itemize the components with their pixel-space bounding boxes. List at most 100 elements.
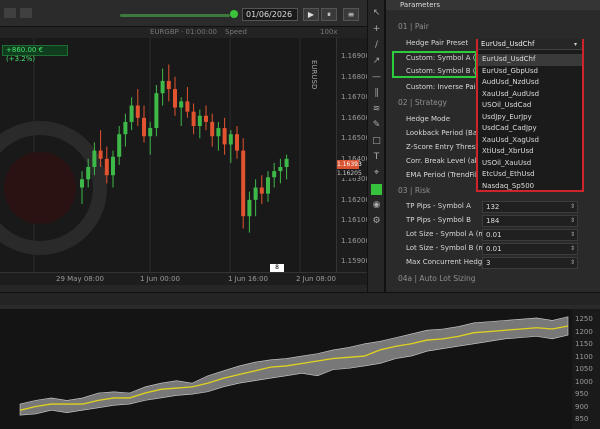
param-max-hedges[interactable]: Max Concurrent Hedges 3 ⇕ (386, 257, 578, 270)
dropdown-option[interactable]: XauUsd_XagUsd (478, 135, 582, 147)
equity-tick-label: 950 (575, 390, 589, 398)
shape-icon[interactable]: □ (371, 136, 382, 147)
candle-body (166, 80, 171, 90)
speed-value: 100x (320, 28, 338, 36)
equity-tick-label: 1200 (575, 327, 593, 336)
dropdown-option[interactable]: Nasdaq_Sp500 (478, 181, 582, 193)
param-lot-b[interactable]: Lot Size - Symbol B (m... 0.01 ⇕ (386, 243, 578, 256)
param-label: Lot Size - Symbol A (m... (406, 230, 482, 238)
dropdown-option[interactable]: USOil_UsdCad (478, 100, 582, 112)
section-strategy[interactable]: 02 | Strategy (398, 98, 447, 107)
hedge-pair-select[interactable]: EurUsd_UsdChf ▾ (478, 39, 582, 50)
stepper-icon[interactable]: ⇕ (570, 258, 575, 268)
lot-a-value: 0.01 (486, 231, 502, 239)
candle-body (197, 115, 202, 126)
crosshair-icon[interactable]: + (371, 24, 382, 35)
forward-icon[interactable] (20, 8, 32, 18)
trading-app: 01/06/2026 ▶ ⏸ ≡ EURGBP · 01:00:00 Speed… (0, 0, 600, 429)
section-risk[interactable]: 03 | Risk (398, 186, 430, 195)
param-tp-a[interactable]: TP Pips - Symbol A 132 ⇕ (386, 201, 578, 214)
dropdown-option[interactable]: EurUsd_GbpUsd (478, 66, 582, 78)
back-icon[interactable] (4, 8, 16, 18)
playback-toolbar: 01/06/2026 ▶ ⏸ ≡ (0, 0, 384, 27)
param-label: Max Concurrent Hedges (406, 258, 482, 266)
dropdown-option[interactable]: EurUsd_UsdChf (478, 54, 582, 66)
dropdown-option[interactable]: EtcUsd_EthUsd (478, 169, 582, 181)
section-pair[interactable]: 01 | Pair (398, 22, 429, 31)
dropdown-option[interactable]: USOil_XauUsd (478, 158, 582, 170)
param-label: Lot Size - Symbol B (m... (406, 244, 482, 252)
tp-b-value: 184 (486, 217, 500, 225)
price-chart[interactable] (0, 38, 336, 272)
camera-icon[interactable]: ◉ (371, 200, 382, 211)
time-axis[interactable]: 29 May 08:00 1 Jun 00:00 1 Jun 16:00 2 Jun … (0, 272, 384, 285)
menu-button[interactable]: ≡ (343, 8, 359, 21)
param-label: Custom: Inverse Pair? (406, 83, 482, 91)
price-tick-label: 1.16100 (341, 216, 370, 224)
chevron-down-icon: ▾ (573, 41, 577, 48)
candle-body (185, 101, 190, 112)
candle-body (98, 150, 103, 159)
ray-icon[interactable]: ↗ (371, 56, 382, 67)
lot-a-input[interactable]: 0.01 ⇕ (482, 229, 578, 241)
param-tp-b[interactable]: TP Pips - Symbol B 184 ⇕ (386, 215, 578, 228)
date-input[interactable]: 01/06/2026 (242, 8, 298, 21)
hedge-pair-dropdown[interactable]: EurUsd_UsdChf EurUsd_GbpUsd AudUsd_NzdUsd X… (476, 39, 584, 192)
stepper-icon[interactable]: ⇕ (570, 216, 575, 226)
line-icon[interactable]: / (371, 40, 382, 51)
param-lot-a[interactable]: Lot Size - Symbol A (m... 0.01 ⇕ (386, 229, 578, 242)
section-auto-lot[interactable]: 04a | Auto Lot Sizing (398, 274, 476, 283)
color-swatch-icon[interactable] (371, 184, 382, 195)
brush-icon[interactable]: ✎ (371, 120, 382, 131)
stepper-icon[interactable]: ⇕ (570, 230, 575, 240)
measure-icon[interactable]: ⌖ (371, 168, 382, 179)
pause-button[interactable]: ⏸ (321, 8, 337, 21)
dropdown-option[interactable]: UsdCad_CadJpy (478, 123, 582, 135)
equity-chart[interactable] (0, 305, 600, 429)
tp-a-input[interactable]: 132 ⇕ (482, 201, 578, 213)
lot-b-input[interactable]: 0.01 ⇕ (482, 243, 578, 255)
hedge-pair-selected-value: EurUsd_UsdChf (481, 40, 535, 48)
tp-b-input[interactable]: 184 ⇕ (482, 215, 578, 227)
equity-tick-label: 1250 (575, 315, 593, 323)
chart-symbol-label: EURUSD (310, 60, 318, 90)
dropdown-option[interactable]: UsdJpy_EurJpy (478, 112, 582, 124)
param-label: Corr. Break Level (abs) (406, 157, 482, 165)
max-hedges-input[interactable]: 3 ⇕ (482, 257, 578, 269)
candle-body (204, 115, 208, 122)
candle-body (86, 167, 91, 180)
price-tick-label: 1.16800 (341, 72, 370, 81)
text-icon[interactable]: T (371, 152, 382, 163)
settings-icon[interactable]: ⚙ (371, 216, 382, 227)
equity-chart-svg (19, 316, 569, 416)
playback-slider-track[interactable] (120, 14, 230, 17)
channel-icon[interactable]: ∥ (371, 88, 382, 99)
dropdown-option[interactable]: AudUsd_NzdUsd (478, 77, 582, 89)
tp-a-value: 132 (486, 203, 500, 211)
cursor-icon[interactable]: ↖ (371, 8, 382, 19)
fib-icon[interactable]: ≋ (371, 104, 382, 115)
equity-tick-label: 850 (575, 415, 589, 423)
candle-body (148, 128, 153, 137)
panel-separator[interactable] (0, 292, 600, 305)
candle-body (284, 158, 289, 167)
playback-slider-handle[interactable] (230, 10, 238, 18)
stepper-icon[interactable]: ⇕ (570, 202, 575, 212)
chart-scrollbar[interactable] (0, 285, 384, 292)
dropdown-option[interactable]: XtiUsd_XbrUsd (478, 146, 582, 158)
speed-label: Speed (225, 28, 247, 36)
price-tick-label: 1.16700 (341, 93, 370, 101)
hline-icon[interactable]: — (371, 72, 382, 83)
price-chart-svg (0, 38, 301, 272)
stepper-icon[interactable]: ⇕ (570, 244, 575, 254)
candle-body (129, 105, 134, 122)
dropdown-option[interactable]: XauUsd_AudUsd (478, 89, 582, 101)
time-tick-label: 1 Jun 16:00 (228, 275, 269, 283)
candle-body (123, 121, 128, 135)
candle-body (210, 121, 215, 137)
candle-body (259, 187, 264, 194)
position-marker[interactable]: 8 (270, 264, 284, 272)
candle-body (272, 171, 277, 178)
play-button[interactable]: ▶ (303, 8, 319, 21)
lot-b-value: 0.01 (486, 245, 502, 253)
